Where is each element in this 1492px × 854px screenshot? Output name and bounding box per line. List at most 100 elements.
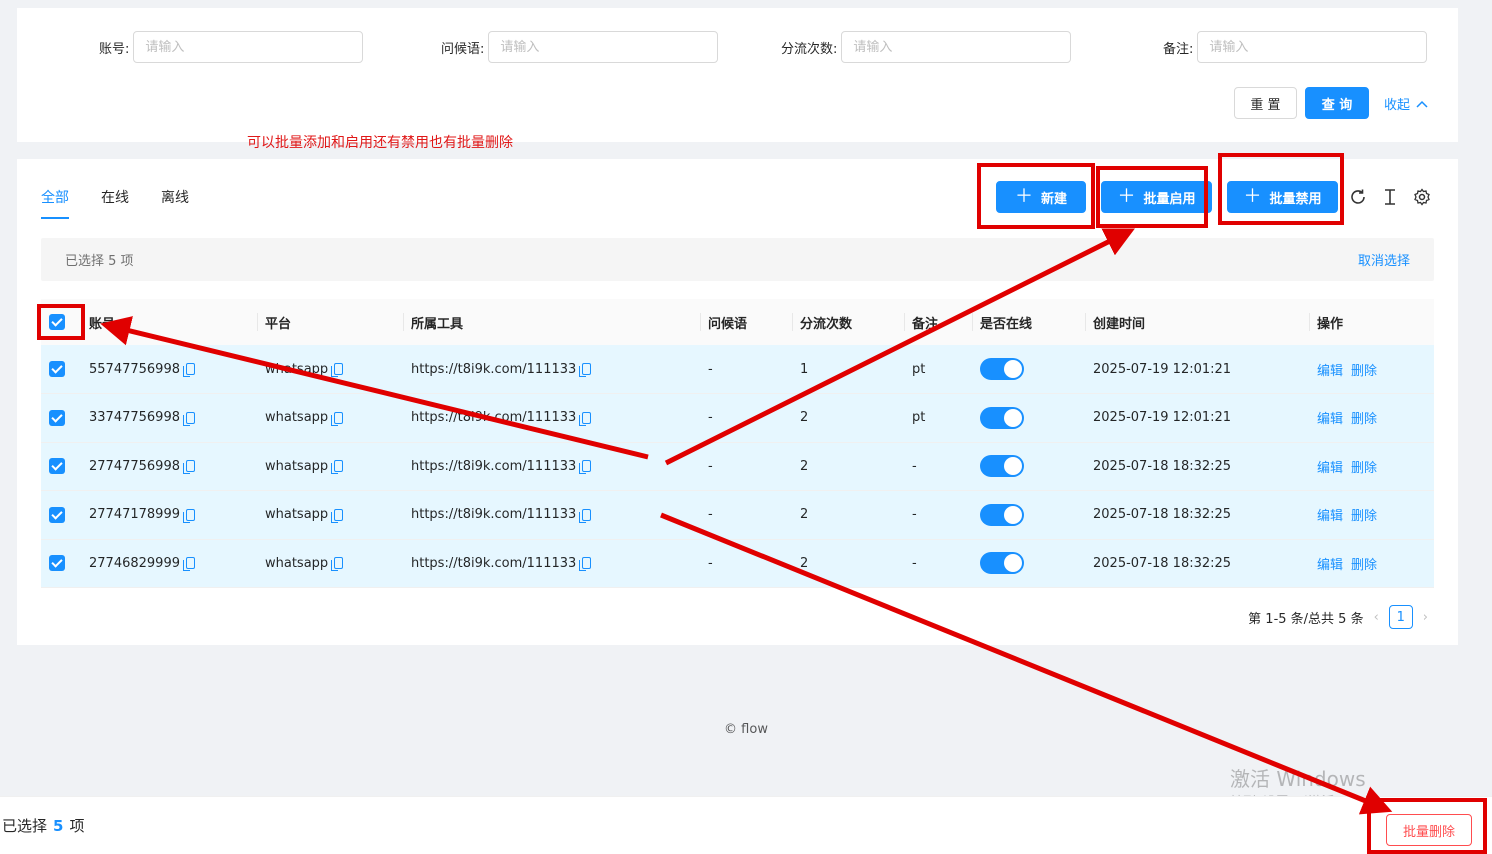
copy-icon[interactable] xyxy=(331,363,344,377)
row-checkbox[interactable] xyxy=(49,409,65,426)
pagination: 第 1-5 条/总共 5 条 ‹ 1 › xyxy=(1248,605,1428,629)
footer-brand: flow xyxy=(741,722,768,737)
batch-delete-button[interactable]: 批量删除 xyxy=(1386,814,1472,846)
select-all-checkbox[interactable] xyxy=(49,314,65,330)
edit-link[interactable]: 编辑 xyxy=(1317,558,1343,573)
batch-disable-label: 批量禁用 xyxy=(1269,191,1322,207)
row-checkbox[interactable] xyxy=(49,555,65,572)
tool-value: https://t8i9k.com/111133 xyxy=(411,507,577,523)
online-toggle[interactable] xyxy=(980,358,1024,380)
account-value: 27746829999 xyxy=(89,555,180,571)
actions-cell: 编辑 删除 xyxy=(1309,490,1434,540)
refresh-icon[interactable] xyxy=(1349,188,1367,206)
page-number-button[interactable]: 1 xyxy=(1388,605,1413,629)
tab-offline[interactable]: 离线 xyxy=(161,187,189,219)
tool-value: https://t8i9k.com/111133 xyxy=(411,361,577,377)
copy-icon[interactable] xyxy=(182,460,195,475)
remark-field-group: 备注: xyxy=(1163,31,1428,63)
row-select-cell xyxy=(41,539,81,588)
platform-value: whatsapp xyxy=(265,410,329,426)
new-button-label: 新建 xyxy=(1040,191,1067,207)
col-greeting: 问候语 xyxy=(700,299,792,345)
batch-disable-button[interactable]: ＋ 批量禁用 xyxy=(1227,181,1338,213)
remark-value: - xyxy=(904,490,972,540)
online-cell xyxy=(972,490,1085,540)
greeting-field-group: 问候语: xyxy=(441,31,719,63)
copy-icon[interactable] xyxy=(579,363,592,377)
split-count-input[interactable] xyxy=(841,31,1072,63)
col-remark: 备注 xyxy=(904,299,972,345)
remark-value: - xyxy=(904,442,972,491)
copy-icon[interactable] xyxy=(579,460,592,475)
selection-alert: 已选择 5 项 取消选择 xyxy=(41,238,1434,281)
edit-link[interactable]: 编辑 xyxy=(1317,461,1343,476)
row-checkbox[interactable] xyxy=(49,361,65,377)
online-cell xyxy=(972,539,1085,588)
copy-icon[interactable] xyxy=(331,411,344,426)
new-button[interactable]: ＋ 新建 xyxy=(996,181,1086,213)
copy-icon[interactable] xyxy=(331,557,344,572)
row-checkbox[interactable] xyxy=(49,458,65,475)
copy-icon[interactable] xyxy=(331,460,344,475)
greeting-value: - xyxy=(700,393,792,443)
platform-value: whatsapp xyxy=(265,555,329,571)
copy-icon[interactable] xyxy=(182,363,195,377)
platform-cell: whatsapp xyxy=(257,490,403,540)
tool-cell: https://t8i9k.com/111133 xyxy=(403,539,700,588)
accounts-table: 账号 平台 所属工具 问候语 分流次数 备注 是否在线 创建时间 操作 5574… xyxy=(41,299,1434,588)
platform-value: whatsapp xyxy=(265,458,329,474)
footer-selected-suffix: 项 xyxy=(69,817,85,835)
remark-input[interactable] xyxy=(1197,31,1428,63)
delete-link[interactable]: 删除 xyxy=(1351,364,1377,379)
online-toggle[interactable] xyxy=(980,455,1024,478)
tab-all[interactable]: 全部 xyxy=(41,187,69,219)
query-button[interactable]: 查 询 xyxy=(1305,87,1369,119)
copy-icon[interactable] xyxy=(579,557,592,572)
edit-link[interactable]: 编辑 xyxy=(1317,412,1343,427)
copy-icon[interactable] xyxy=(579,508,592,523)
chevron-right-icon[interactable]: › xyxy=(1423,610,1428,625)
column-height-icon[interactable] xyxy=(1381,188,1399,206)
footer-selected-count: 5 xyxy=(53,816,64,835)
row-select-cell xyxy=(41,442,81,491)
select-all-header xyxy=(41,299,81,345)
online-toggle[interactable] xyxy=(980,503,1024,526)
search-form: 账号: 问候语: 分流次数: 备注: 重 置 查 询 收起 xyxy=(17,8,1458,142)
tool-value: https://t8i9k.com/111133 xyxy=(411,555,577,571)
account-cell: 33747756998 xyxy=(81,393,257,443)
copy-icon[interactable] xyxy=(331,508,344,523)
copy-icon[interactable] xyxy=(579,411,592,426)
account-input[interactable] xyxy=(133,31,364,63)
delete-link[interactable]: 删除 xyxy=(1351,412,1377,427)
tool-value: https://t8i9k.com/111133 xyxy=(411,458,577,474)
row-checkbox[interactable] xyxy=(49,506,65,523)
copy-icon[interactable] xyxy=(182,557,195,572)
annotation-note: 可以批量添加和启用还有禁用也有批量删除 xyxy=(247,135,513,151)
chevron-left-icon[interactable]: ‹ xyxy=(1374,610,1379,625)
copy-icon[interactable] xyxy=(182,508,195,523)
delete-link[interactable]: 删除 xyxy=(1351,558,1377,573)
edit-link[interactable]: 编辑 xyxy=(1317,509,1343,524)
actions-cell: 编辑 删除 xyxy=(1309,539,1434,588)
edit-link[interactable]: 编辑 xyxy=(1317,364,1343,379)
cancel-selection-link[interactable]: 取消选择 xyxy=(1358,250,1410,269)
reset-button[interactable]: 重 置 xyxy=(1234,87,1297,119)
platform-cell: whatsapp xyxy=(257,442,403,491)
settings-gear-icon[interactable] xyxy=(1413,188,1431,206)
copy-icon[interactable] xyxy=(182,411,195,426)
online-toggle[interactable] xyxy=(980,406,1024,429)
online-toggle[interactable] xyxy=(980,552,1024,575)
greeting-input[interactable] xyxy=(488,31,719,63)
account-cell: 27746829999 xyxy=(81,539,257,588)
col-split-count: 分流次数 xyxy=(792,299,904,345)
collapse-toggle[interactable]: 收起 xyxy=(1384,94,1428,113)
delete-link[interactable]: 删除 xyxy=(1351,509,1377,524)
table-row: 33747756998 whatsapp https://t8i9k.com/1… xyxy=(41,393,1434,443)
copyright-icon: © xyxy=(724,722,738,737)
tab-online[interactable]: 在线 xyxy=(101,187,129,219)
actions-cell: 编辑 删除 xyxy=(1309,393,1434,443)
batch-enable-button[interactable]: ＋ 批量启用 xyxy=(1101,181,1212,213)
split-count-value: 2 xyxy=(792,442,904,491)
delete-link[interactable]: 删除 xyxy=(1351,461,1377,476)
tool-value: https://t8i9k.com/111133 xyxy=(411,410,577,426)
